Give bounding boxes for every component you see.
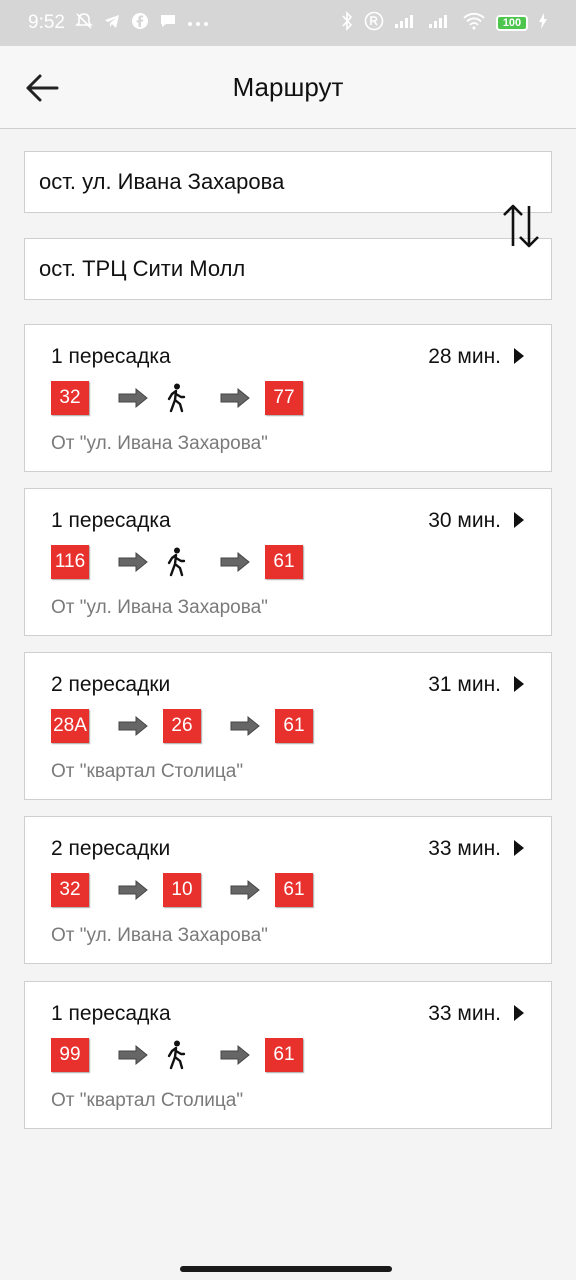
route-number-badge: 61 — [265, 1038, 303, 1072]
status-bar-left: 9:52 — [28, 12, 209, 34]
back-button[interactable] — [20, 66, 64, 110]
transfer-arrow — [219, 551, 251, 573]
swap-vertical-icon — [503, 204, 539, 248]
bluetooth-icon — [340, 11, 354, 35]
route-departure-stop: От "ул. Ивана Захарова" — [51, 597, 268, 618]
to-stop-field[interactable]: ост. ТРЦ Сити Молл — [24, 238, 552, 300]
battery-icon: 100 — [496, 15, 528, 31]
route-duration: 33 мин. — [428, 1002, 501, 1025]
more-dots-icon — [187, 15, 209, 31]
route-number-badge: 116 — [51, 545, 89, 579]
route-chain: 32 77 — [51, 381, 303, 415]
swap-stops-button[interactable] — [498, 200, 544, 252]
route-transfers: 1 пересадка — [51, 345, 171, 368]
arrow-right-icon — [220, 1044, 250, 1066]
transfer-arrow — [219, 1044, 251, 1066]
registered-icon — [364, 11, 384, 35]
route-duration: 33 мин. — [428, 837, 501, 860]
walking-person-icon — [167, 547, 186, 577]
route-card[interactable]: 2 пересадки 31 мин. 28А 26 61 От "квартал Сто… — [24, 652, 552, 800]
signal-icon — [394, 13, 418, 33]
from-stop-field[interactable]: ост. ул. Ивана Захарова — [24, 151, 552, 213]
status-bar: 9:52 100 — [0, 0, 576, 46]
transfer-arrow — [117, 879, 149, 901]
arrow-right-icon — [220, 551, 250, 573]
route-duration: 30 мин. — [428, 509, 501, 532]
route-number-badge: 99 — [51, 1038, 89, 1072]
telegram-icon — [103, 12, 121, 34]
arrow-right-icon — [118, 1044, 148, 1066]
route-transfers: 1 пересадка — [51, 509, 171, 532]
route-card[interactable]: 1 пересадка 33 мин. 99 61 От "квартал Столиц… — [24, 981, 552, 1129]
battery-level: 100 — [502, 17, 522, 29]
home-indicator[interactable] — [180, 1266, 392, 1272]
arrow-right-icon — [118, 715, 148, 737]
transfer-arrow — [219, 387, 251, 409]
charging-icon — [538, 13, 548, 33]
route-departure-stop: От "ул. Ивана Захарова" — [51, 433, 268, 454]
muted-bell-icon — [75, 12, 93, 34]
route-transfers: 2 пересадки — [51, 673, 171, 696]
route-duration: 31 мин. — [428, 673, 501, 696]
route-chain: 32 10 61 — [51, 873, 313, 907]
route-card[interactable]: 1 пересадка 30 мин. 116 61 От "ул. Ивана Зах… — [24, 488, 552, 636]
transfer-arrow — [117, 387, 149, 409]
route-number-badge: 61 — [275, 709, 313, 743]
transfer-arrow — [229, 715, 261, 737]
route-number-badge: 61 — [265, 545, 303, 579]
transfer-arrow — [229, 879, 261, 901]
from-stop-value: ост. ул. Ивана Захарова — [39, 169, 285, 194]
arrow-left-icon — [26, 74, 59, 102]
walking-person-icon — [167, 1040, 186, 1070]
route-number-badge: 61 — [275, 873, 313, 907]
route-transfers: 2 пересадки — [51, 837, 171, 860]
page-title: Маршрут — [232, 71, 344, 102]
walk-step — [163, 1040, 187, 1070]
route-card[interactable]: 1 пересадка 28 мин. 32 77 От "ул. Ивана Заха… — [24, 324, 552, 472]
status-time: 9:52 — [28, 12, 65, 33]
route-duration: 28 мин. — [428, 345, 501, 368]
route-number-badge: 32 — [51, 873, 89, 907]
caret-right-icon — [513, 347, 525, 365]
chat-bubble-icon — [159, 12, 177, 34]
route-number-badge: 32 — [51, 381, 89, 415]
arrow-right-icon — [118, 387, 148, 409]
route-chain: 116 61 — [51, 545, 303, 579]
status-bar-right: 100 — [340, 11, 548, 35]
route-number-badge: 77 — [265, 381, 303, 415]
transfer-arrow — [117, 1044, 149, 1066]
route-departure-stop: От "квартал Столица" — [51, 1090, 244, 1111]
walking-person-icon — [167, 383, 186, 413]
transfer-arrow — [117, 715, 149, 737]
route-departure-stop: От "квартал Столица" — [51, 761, 244, 782]
route-number-badge: 10 — [163, 873, 201, 907]
arrow-right-icon — [118, 551, 148, 573]
route-card[interactable]: 2 пересадки 33 мин. 32 10 61 От "ул. Ивана За… — [24, 816, 552, 964]
arrow-right-icon — [230, 879, 260, 901]
caret-right-icon — [513, 839, 525, 857]
caret-right-icon — [513, 1004, 525, 1022]
arrow-right-icon — [118, 879, 148, 901]
route-chain: 99 61 — [51, 1038, 303, 1072]
route-number-badge: 28А — [51, 709, 89, 743]
route-chain: 28А 26 61 — [51, 709, 313, 743]
walk-step — [163, 383, 187, 413]
to-stop-value: ост. ТРЦ Сити Молл — [39, 256, 246, 281]
route-number-badge: 26 — [163, 709, 201, 743]
transfer-arrow — [117, 551, 149, 573]
facebook-icon — [131, 12, 149, 34]
walk-step — [163, 547, 187, 577]
app-bar: Маршрут — [0, 46, 576, 129]
route-departure-stop: От "ул. Ивана Захарова" — [51, 925, 268, 946]
wifi-icon — [462, 12, 486, 34]
caret-right-icon — [513, 675, 525, 693]
signal-icon — [428, 13, 452, 33]
arrow-right-icon — [230, 715, 260, 737]
caret-right-icon — [513, 511, 525, 529]
route-transfers: 1 пересадка — [51, 1002, 171, 1025]
arrow-right-icon — [220, 387, 250, 409]
